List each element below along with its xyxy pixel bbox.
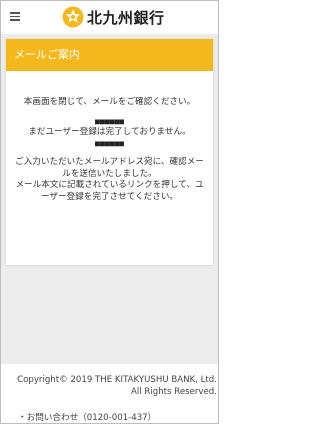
contact-link[interactable]: ・お問い合わせ（0120-001-437） [18,413,156,423]
mail-notice-card: メールご案内 本画面を閉じて、メールをご確認ください。 ■■■■■■ まだユーザ… [6,39,213,265]
bank-logo-mark-icon [62,6,84,28]
masked-email: ■■■■■■ [95,139,124,148]
contact-link-item: ・お問い合わせ（0120-001-437） [18,412,156,423]
close-and-check-message: 本画面を閉じて、メールをご確認ください。 [23,97,196,107]
header: 北九州銀行 [1,1,218,34]
masked-email: ■■■■■■ [95,116,124,126]
footer: Copyright© 2019 THE KITAKYUSHU BANK, Ltd… [1,364,218,423]
instruction-message: メール本文に記載されているリンクを押して、ユーザー登録を完了させてください。 [15,180,204,202]
main-content: メールご案内 本画面を閉じて、メールをご確認ください。 ■■■■■■ まだユーザ… [1,34,218,364]
page-frame: 北九州銀行 メールご案内 本画面を閉じて、メールをご確認ください。 ■■■■■■… [0,0,219,424]
bank-name: 北九州銀行 [87,8,165,27]
registration-incomplete-message: まだユーザー登録は完了しておりません。 [28,126,191,137]
card-body: 本画面を閉じて、メールをご確認ください。 ■■■■■■ まだユーザー登録は完了し… [6,71,213,203]
card-title: メールご案内 [6,39,213,71]
bank-logo[interactable]: 北九州銀行 [62,5,165,29]
copyright-text: Copyright© 2019 THE KITAKYUSHU BANK, Ltd… [17,375,217,397]
email-sent-message: ご入力いただいたメールアドレス宛に、確認メールを送信いたしました。 [15,157,204,179]
hamburger-menu-icon[interactable] [10,12,20,21]
